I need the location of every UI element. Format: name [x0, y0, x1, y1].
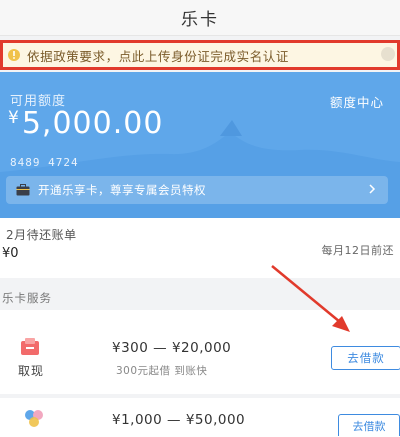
briefcase-icon [16, 184, 30, 196]
service-subtitle: 300元起借 到账快 [116, 365, 208, 377]
credit-card-panel: 可用额度 额度中心 ¥5,000.00 8489 4724 开通乐享卡，尊享专属… [0, 72, 400, 218]
bill-amount: ¥0 [2, 246, 19, 261]
amount-value: 5,000.00 [21, 106, 164, 141]
borrow-button[interactable]: 去借款 [338, 414, 400, 436]
borrow-button[interactable]: 去借款 [331, 346, 400, 370]
page-title: 乐卡 [181, 10, 219, 30]
service-name: 取现 [18, 364, 45, 378]
bill-title: 2月待还账单 [6, 228, 77, 242]
service-amount-range: ¥1,000 — ¥50,000 [112, 412, 246, 428]
service-item-cash[interactable]: 取现 ¥300 — ¥20,000 300元起借 到账快 去借款 [0, 310, 400, 394]
service-amount-range: ¥300 — ¥20,000 [112, 340, 232, 356]
available-amount: ¥5,000.00 [8, 106, 163, 141]
bill-due-date: 每月12日前还 [321, 244, 394, 257]
currency-symbol: ¥ [8, 108, 20, 128]
cash-icon [21, 338, 39, 355]
services-section-title: 乐卡服务 [2, 291, 52, 305]
notice-close-icon[interactable] [381, 47, 395, 61]
app-header: 乐卡 [0, 0, 400, 36]
real-name-notice-banner[interactable]: 依据政策要求，点此上传身份证完成实名认证 [0, 40, 400, 70]
dots-icon [25, 410, 43, 427]
notice-text: 依据政策要求，点此上传身份证完成实名认证 [27, 48, 290, 64]
service-item-loan[interactable]: ¥1,000 — ¥50,000 去借款 [0, 398, 400, 437]
bill-section[interactable]: 2月待还账单 ¥0 每月12日前还 [0, 218, 400, 278]
member-promo-text: 开通乐享卡，尊享专属会员特权 [38, 183, 206, 197]
chevron-right-icon [369, 184, 376, 194]
quota-center-link[interactable]: 额度中心 [330, 92, 384, 111]
card-number: 8489 4724 [10, 156, 79, 169]
member-card-promo[interactable]: 开通乐享卡，尊享专属会员特权 [6, 176, 388, 204]
notice-icon [8, 49, 20, 61]
